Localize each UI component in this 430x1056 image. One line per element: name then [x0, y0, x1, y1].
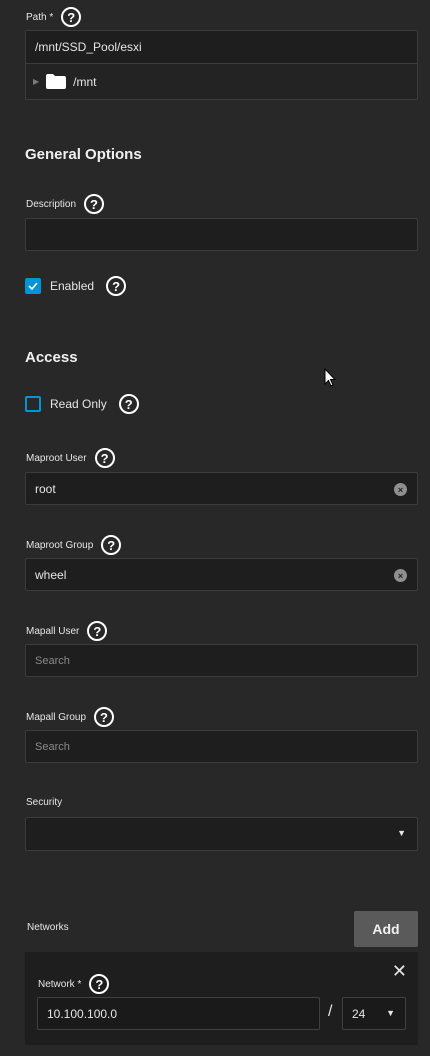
enabled-checkbox-row[interactable]: Enabled ?	[25, 276, 127, 296]
security-label: Security	[26, 797, 63, 808]
path-label: Path * ?	[26, 7, 82, 27]
mapall-user-label: Mapall User ?	[26, 621, 108, 641]
dropdown-chevron-icon[interactable]: ▼	[397, 828, 406, 838]
mapall-group-help-icon[interactable]: ?	[94, 707, 115, 727]
network-card: Network * ? ✕ 10.100.100.0 / 24 ▼	[25, 952, 418, 1045]
description-label: Description ?	[26, 194, 105, 214]
maproot-group-label: Maproot Group ?	[26, 535, 122, 555]
maproot-user-label: Maproot User ?	[26, 448, 115, 468]
close-icon[interactable]: ✕	[392, 961, 407, 982]
expand-icon[interactable]: ▶	[33, 77, 39, 86]
maproot-user-input[interactable]: root ×	[25, 472, 418, 505]
mapall-user-help-icon[interactable]: ?	[87, 621, 108, 641]
add-network-button[interactable]: Add	[354, 911, 418, 947]
netmask-dropdown-icon[interactable]: ▼	[386, 1008, 395, 1018]
path-explorer: /mnt/SSD_Pool/esxi ▶ /mnt	[25, 30, 418, 100]
description-help-icon[interactable]: ?	[84, 194, 105, 214]
check-icon	[28, 282, 38, 290]
mapall-group-input[interactable]: Search	[25, 730, 418, 763]
read-only-help-icon[interactable]: ?	[118, 394, 139, 414]
clear-maproot-user-icon[interactable]: ×	[394, 483, 407, 496]
maproot-user-help-icon[interactable]: ?	[94, 448, 115, 468]
access-heading: Access	[25, 349, 78, 366]
mouse-cursor-icon	[324, 368, 337, 387]
clear-maproot-group-icon[interactable]: ×	[394, 569, 407, 582]
maproot-group-input[interactable]: wheel ×	[25, 558, 418, 591]
enabled-checkbox[interactable]	[25, 278, 41, 294]
read-only-checkbox[interactable]	[25, 396, 41, 412]
network-address-input[interactable]: 10.100.100.0	[37, 997, 320, 1030]
netmask-select[interactable]: 24 ▼	[342, 997, 406, 1030]
network-help-icon[interactable]: ?	[89, 974, 110, 994]
read-only-checkbox-row[interactable]: Read Only ?	[25, 394, 139, 414]
security-select[interactable]: ▼	[25, 817, 418, 851]
description-input[interactable]	[25, 218, 418, 251]
network-label: Network * ?	[38, 974, 110, 994]
general-options-heading: General Options	[25, 146, 142, 163]
mapall-group-label: Mapall Group ?	[26, 707, 115, 727]
mask-separator: /	[328, 1003, 333, 1020]
mapall-user-input[interactable]: Search	[25, 644, 418, 677]
tree-item-mnt[interactable]: ▶ /mnt	[26, 64, 417, 99]
maproot-group-help-icon[interactable]: ?	[101, 535, 122, 555]
path-input[interactable]: /mnt/SSD_Pool/esxi	[26, 31, 417, 64]
networks-label: Networks	[27, 922, 69, 933]
folder-icon	[46, 74, 67, 89]
path-help-icon[interactable]: ?	[61, 7, 82, 27]
enabled-help-icon[interactable]: ?	[106, 276, 127, 296]
